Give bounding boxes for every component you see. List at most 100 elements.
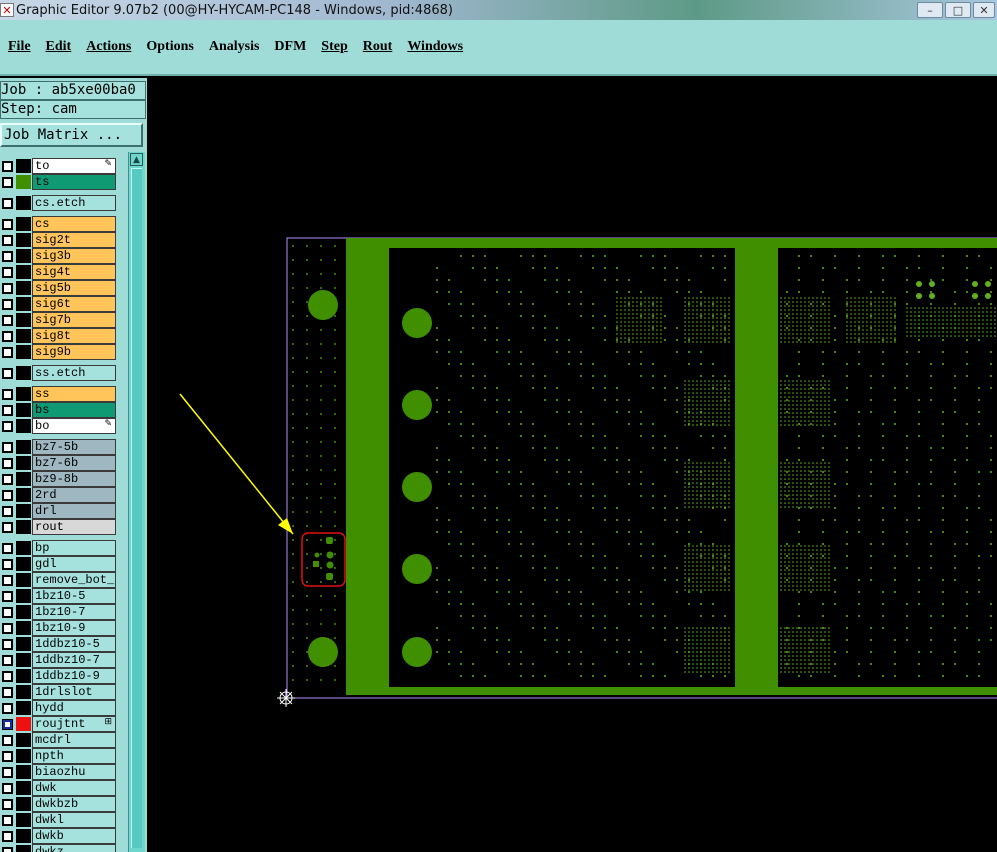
layer-checkbox[interactable]	[2, 751, 13, 762]
layer-color-swatch[interactable]	[16, 733, 31, 747]
close-button[interactable]: ✕	[973, 2, 995, 18]
layer-checkbox[interactable]	[2, 847, 13, 852]
layer-name[interactable]: to ✎	[32, 158, 116, 174]
layer-name[interactable]: 1bz10-5	[32, 588, 116, 604]
layer-color-swatch[interactable]	[16, 717, 31, 731]
layer-checkbox[interactable]	[2, 703, 13, 714]
layer-color-swatch[interactable]	[16, 573, 31, 587]
layer-checkbox[interactable]	[2, 559, 13, 570]
layer-name[interactable]: mcdrl	[32, 732, 116, 748]
layer-checkbox[interactable]	[2, 575, 13, 586]
layer-name[interactable]: dwkz	[32, 844, 116, 852]
layer-color-swatch[interactable]	[16, 196, 31, 210]
menu-windows[interactable]: Windows	[407, 39, 463, 55]
layer-row[interactable]: 1bz10-7	[0, 604, 118, 620]
menu-analysis[interactable]: Analysis	[209, 39, 260, 55]
layer-row[interactable]: rout	[0, 519, 118, 535]
layer-row[interactable]: 2rd	[0, 487, 118, 503]
highlight-box[interactable]	[301, 532, 346, 587]
layer-row[interactable]: 1bz10-5	[0, 588, 118, 604]
layer-name[interactable]: 1bz10-7	[32, 604, 116, 620]
layer-name[interactable]: sig3b	[32, 248, 116, 264]
layer-row[interactable]: ts	[0, 174, 118, 190]
layer-name[interactable]: 1ddbz10-9	[32, 668, 116, 684]
scroll-thumb[interactable]	[131, 168, 142, 848]
layer-name[interactable]: hydd	[32, 700, 116, 716]
layer-color-swatch[interactable]	[16, 685, 31, 699]
layer-color-swatch[interactable]	[16, 366, 31, 380]
layer-color-swatch[interactable]	[16, 541, 31, 555]
layer-name[interactable]: gdl	[32, 556, 116, 572]
layer-color-swatch[interactable]	[16, 504, 31, 518]
layer-name[interactable]: bo ✎	[32, 418, 116, 434]
layer-checkbox[interactable]	[2, 735, 13, 746]
layer-color-swatch[interactable]	[16, 621, 31, 635]
layer-checkbox[interactable]	[2, 251, 13, 262]
layer-color-swatch[interactable]	[16, 403, 31, 417]
layer-row[interactable]: sig5b	[0, 280, 118, 296]
layer-row[interactable]: roujtnt ⊞	[0, 716, 118, 732]
job-matrix-button[interactable]: Job Matrix ...	[0, 123, 143, 147]
layer-row[interactable]: cs	[0, 216, 118, 232]
layer-checkbox[interactable]	[2, 161, 13, 172]
layer-checkbox[interactable]	[2, 655, 13, 666]
layer-name[interactable]: ss	[32, 386, 116, 402]
layer-name[interactable]: bz7-6b	[32, 455, 116, 471]
layer-checkbox[interactable]	[2, 687, 13, 698]
layer-checkbox[interactable]	[2, 177, 13, 188]
layer-color-swatch[interactable]	[16, 488, 31, 502]
layer-checkbox[interactable]	[2, 331, 13, 342]
layer-checkbox[interactable]	[2, 607, 13, 618]
layer-checkbox[interactable]	[2, 267, 13, 278]
layer-row[interactable]: npth	[0, 748, 118, 764]
menu-step[interactable]: Step	[321, 39, 347, 55]
layer-name[interactable]: sig7b	[32, 312, 116, 328]
layer-row[interactable]: drl	[0, 503, 118, 519]
layer-row[interactable]: mcdrl	[0, 732, 118, 748]
layer-name[interactable]: ts	[32, 174, 116, 190]
layer-checkbox[interactable]	[2, 235, 13, 246]
layer-checkbox[interactable]	[2, 198, 13, 209]
layer-row[interactable]: 1ddbz10-5	[0, 636, 118, 652]
layer-checkbox[interactable]	[2, 442, 13, 453]
layer-checkbox[interactable]	[2, 799, 13, 810]
layer-color-swatch[interactable]	[16, 813, 31, 827]
layer-color-swatch[interactable]	[16, 249, 31, 263]
layer-row[interactable]: dwkbzb	[0, 796, 118, 812]
layer-row[interactable]: bz7-5b	[0, 439, 118, 455]
layer-row[interactable]: gdl	[0, 556, 118, 572]
layer-row[interactable]: sig4t	[0, 264, 118, 280]
layer-row[interactable]: ss.etch	[0, 365, 118, 381]
menu-edit[interactable]: Edit	[46, 39, 72, 55]
layer-row[interactable]: dwk	[0, 780, 118, 796]
layer-color-swatch[interactable]	[16, 589, 31, 603]
maximize-button[interactable]: □	[945, 2, 971, 18]
layer-name[interactable]: dwk	[32, 780, 116, 796]
layer-name[interactable]: cs	[32, 216, 116, 232]
layer-color-swatch[interactable]	[16, 456, 31, 470]
layer-name[interactable]: dwkl	[32, 812, 116, 828]
layer-row[interactable]: bp	[0, 540, 118, 556]
layer-checkbox[interactable]	[2, 671, 13, 682]
layer-color-swatch[interactable]	[16, 175, 31, 189]
layer-color-swatch[interactable]	[16, 781, 31, 795]
layer-row[interactable]: sig8t	[0, 328, 118, 344]
layer-name[interactable]: 1ddbz10-5	[32, 636, 116, 652]
layer-checkbox[interactable]	[2, 389, 13, 400]
layer-checkbox[interactable]	[2, 639, 13, 650]
menu-actions[interactable]: Actions	[86, 39, 131, 55]
layer-checkbox[interactable]	[2, 719, 13, 730]
layer-color-swatch[interactable]	[16, 797, 31, 811]
layer-checkbox[interactable]	[2, 299, 13, 310]
layer-checkbox[interactable]	[2, 815, 13, 826]
layer-color-swatch[interactable]	[16, 329, 31, 343]
layer-color-swatch[interactable]	[16, 845, 31, 852]
layer-name[interactable]: sig4t	[32, 264, 116, 280]
layer-checkbox[interactable]	[2, 315, 13, 326]
layer-name[interactable]: roujtnt ⊞	[32, 716, 116, 732]
layer-row[interactable]: biaozhu	[0, 764, 118, 780]
layer-color-swatch[interactable]	[16, 345, 31, 359]
layer-row[interactable]: bo ✎	[0, 418, 118, 434]
layer-color-swatch[interactable]	[16, 297, 31, 311]
layer-row[interactable]: bs	[0, 402, 118, 418]
